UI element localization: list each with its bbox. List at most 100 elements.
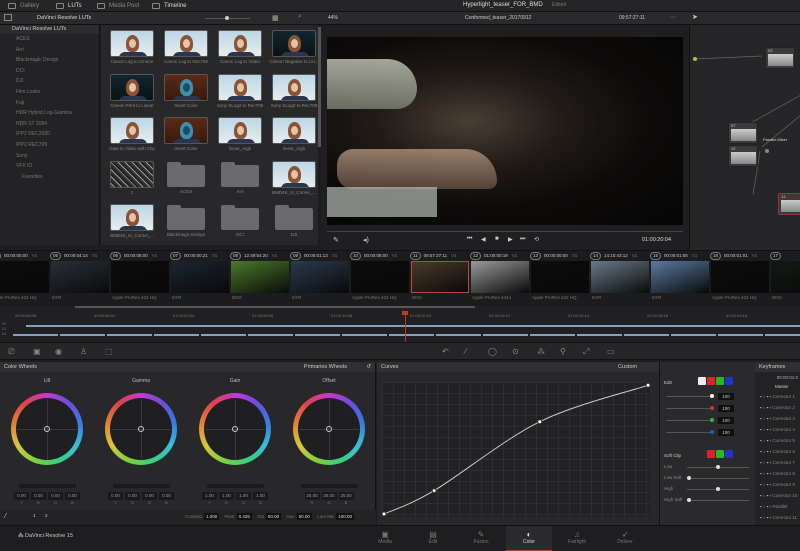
viewer-frame[interactable] — [327, 37, 683, 225]
tracker-icon[interactable]: ⊙ — [512, 347, 519, 356]
blur-icon[interactable]: ⁂ — [537, 347, 545, 356]
channel-g-button[interactable] — [716, 377, 724, 385]
wheel-value-field[interactable]: 1.00 — [253, 492, 268, 500]
tree-item[interactable]: HDR Hybrid Log-Gamma — [0, 108, 99, 119]
stop-button[interactable]: ■ — [495, 236, 499, 242]
page-fairlight[interactable]: ♫ Fairlight — [554, 526, 600, 551]
keyframe-track[interactable]: ▪ ◌ ▪ › Corrector 2 — [755, 402, 800, 413]
pivot-field[interactable]: 0.435 — [236, 513, 252, 520]
loop-button[interactable]: ⟲ — [534, 236, 539, 243]
channel-slider-handle[interactable] — [710, 406, 714, 410]
wheel-value-field[interactable]: 0.00 — [159, 492, 174, 500]
key-icon[interactable]: ⚲ — [560, 347, 566, 356]
clip[interactable]: 06 00:00:08:00 V1 Apple ProRes 422 HQ — [110, 251, 170, 307]
soft-clip-slider[interactable] — [687, 500, 749, 501]
timeline-scrollbar[interactable] — [75, 306, 475, 308]
3d-icon[interactable]: ▭ — [607, 347, 615, 356]
keyframe-track[interactable]: ▪ ◌ ▪ › Corrector 7 — [755, 457, 800, 468]
color-wheel[interactable] — [105, 393, 177, 465]
page-color[interactable]: ◐ Color — [506, 526, 552, 551]
channel-y-button[interactable] — [698, 377, 706, 385]
playhead[interactable] — [405, 312, 406, 342]
soft-clip-handle[interactable] — [687, 476, 691, 480]
tab-luts[interactable]: LUTs — [56, 1, 82, 11]
channel-slider[interactable] — [666, 396, 714, 397]
tree-item[interactable]: Sony — [0, 151, 99, 162]
wheel-value-field[interactable]: 0.00 — [125, 492, 140, 500]
lut-item[interactable]: 1 — [107, 160, 157, 199]
wheel-value-field[interactable]: 25.00 — [304, 492, 320, 500]
keyframe-track[interactable]: ▪ ◌ ▪ › Corrector 11 — [755, 512, 800, 523]
wheel-value-field[interactable]: 25.00 — [321, 492, 337, 500]
lut-item[interactable]: BMD4K_to_Cornel_... — [107, 204, 157, 242]
lut-item[interactable]: linear_srgb — [215, 117, 265, 155]
wheel-handle[interactable] — [138, 426, 144, 432]
node-input-dot[interactable] — [693, 57, 697, 61]
soft-clip-slider[interactable] — [687, 478, 749, 479]
qualifier-icon[interactable]: ⁄ — [465, 347, 466, 356]
clip[interactable]: 13 00:00:00:00 V1 Apple ProRes 422 HQ — [530, 251, 590, 307]
lut-item[interactable]: Canon Log to Cineon — [107, 30, 157, 68]
clip[interactable]: 10 00:00:08:00 V1 Apple ProRes 422 HQ — [350, 251, 410, 307]
jump-end-button[interactable]: ⏭ — [520, 236, 525, 243]
curve-control-point[interactable] — [431, 488, 437, 494]
channel-r-button[interactable] — [707, 377, 715, 385]
curve-control-point[interactable] — [382, 511, 387, 517]
channel-slider[interactable] — [666, 432, 714, 433]
wheel-handle[interactable] — [44, 426, 50, 432]
master-wheel-slider[interactable] — [207, 484, 264, 488]
timecode-display[interactable]: 09:57:27:11 — [619, 15, 645, 21]
curve-control-point[interactable] — [537, 419, 543, 425]
soft-clip-handle[interactable] — [716, 487, 720, 491]
clips-icon[interactable]: ⎚ — [8, 347, 14, 357]
wheel-value-field[interactable]: 0.00 — [14, 492, 29, 500]
channel-value-field[interactable]: 100 — [718, 405, 734, 412]
keyframe-track[interactable]: ▪ ◌ ▪ › Corrector 9 — [755, 479, 800, 490]
lut-item[interactable]: Invert Color — [161, 117, 211, 155]
master-wheel-slider[interactable] — [113, 484, 170, 488]
tab-timeline[interactable]: Timeline — [152, 1, 186, 11]
lut-item[interactable]: Cineon Print to Linear — [107, 73, 157, 112]
lut-item[interactable]: Invert Color — [161, 73, 211, 112]
curves-tool-icon[interactable]: ↶ — [442, 347, 449, 356]
tree-root-davinci-luts[interactable]: DaVinci Resolve LUTs — [0, 25, 99, 34]
auto-balance-icon[interactable]: ⁄ — [5, 513, 6, 520]
window-icon[interactable]: ◯ — [488, 347, 497, 356]
node-07[interactable]: 07 — [728, 122, 758, 144]
lut-item[interactable]: DCI — [215, 204, 265, 242]
tree-item[interactable]: Film Looks — [0, 87, 99, 98]
play-button[interactable]: ▶ — [508, 236, 513, 243]
motion-effects-icon[interactable]: ⬚ — [105, 347, 113, 356]
track-v2[interactable] — [26, 325, 800, 327]
soft-clip-handle[interactable] — [687, 498, 691, 502]
wheel-handle[interactable] — [326, 426, 332, 432]
contrast-field[interactable]: 1.000 — [204, 513, 220, 520]
curves-mode-select[interactable]: Custom — [618, 362, 637, 372]
lut-item[interactable]: Sony SLog3 to Rec709 — [269, 73, 318, 112]
softclip-r-button[interactable] — [707, 450, 715, 458]
color-match-icon[interactable]: ♙ — [80, 347, 87, 356]
viewer-scrubber[interactable] — [327, 231, 683, 232]
page-fusion[interactable]: ✎ Fusion — [458, 526, 504, 551]
reset-all-icon[interactable]: ↺ — [366, 362, 371, 372]
wheel-value-field[interactable]: 25.00 — [338, 492, 354, 500]
more-options-icon[interactable]: ⋯ — [670, 14, 676, 21]
lut-item[interactable]: DJI — [269, 204, 318, 242]
track-v1[interactable] — [13, 334, 800, 336]
lum-mix-field[interactable]: 100.00 — [336, 513, 354, 520]
node-editor[interactable]: 03 07 12 Parallel Mixer 13 — [689, 25, 800, 250]
lut-item[interactable]: ACES — [161, 161, 211, 199]
curve-graph[interactable] — [382, 382, 650, 517]
jump-start-button[interactable]: ⏮ — [467, 236, 472, 243]
curve-line[interactable] — [383, 384, 649, 515]
clip[interactable]: 11 09:57:27:11 V1 DNG — [410, 251, 470, 307]
keyframe-track[interactable]: ▪ ◌ ▪ › Corrector 10 — [755, 490, 800, 501]
lut-item[interactable]: linear_srgb — [269, 117, 318, 155]
channel-slider[interactable] — [666, 420, 714, 421]
clip[interactable]: 14 14:10:43:12 V1 EXR — [590, 251, 650, 307]
node-12[interactable]: 12 — [728, 145, 758, 167]
audio-icon[interactable]: ◂) — [363, 236, 369, 244]
lut-item[interactable]: Cineon Negative to Lin... — [269, 30, 318, 68]
channel-value-field[interactable]: 100 — [718, 417, 734, 424]
channel-value-field[interactable]: 100 — [718, 393, 734, 400]
